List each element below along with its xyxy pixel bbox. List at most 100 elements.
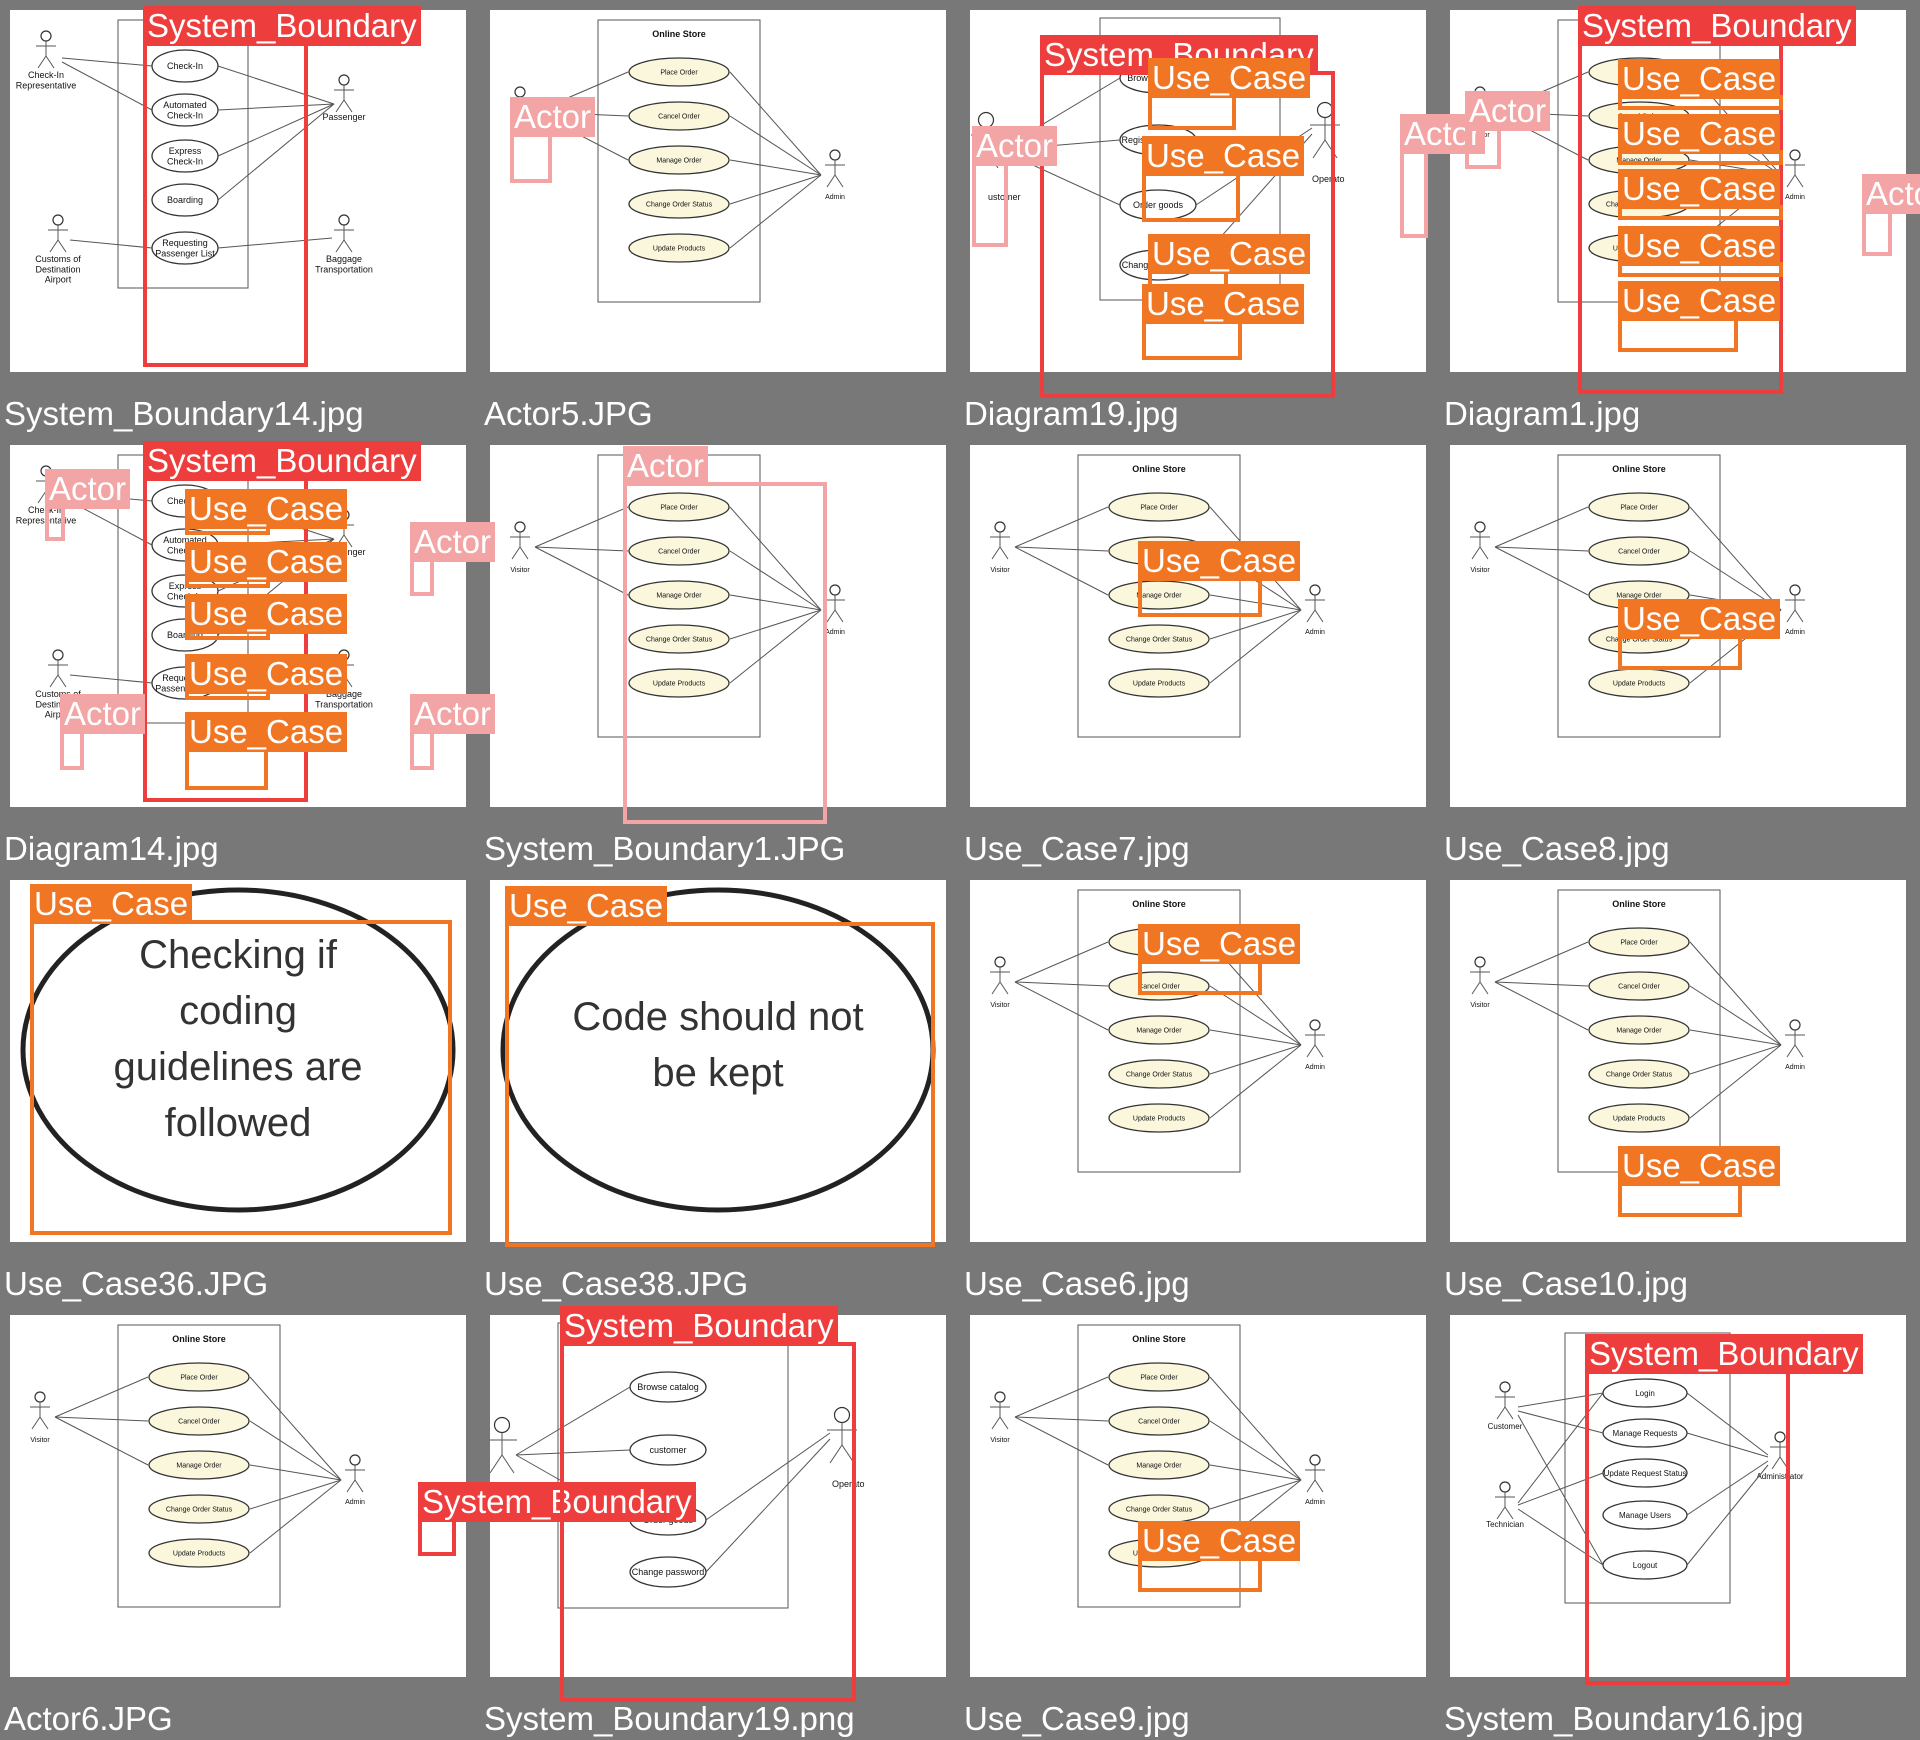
actor-leg — [501, 1454, 515, 1474]
class-label: Use_Case — [185, 542, 348, 582]
class-label: Actor — [45, 469, 131, 509]
actor-leg — [49, 674, 59, 688]
association-line — [1014, 981, 1109, 987]
system-title: Online Store — [1132, 899, 1186, 909]
actor-leg — [511, 546, 521, 560]
actor-head-icon — [1309, 1454, 1321, 1466]
class-label: Use_Case — [1148, 234, 1311, 274]
association-line — [1494, 981, 1589, 987]
system-boundary-box: System_Boundary — [560, 1306, 856, 1702]
actor-label: Customs of — [35, 254, 81, 264]
system-title: Online Store — [1612, 899, 1666, 909]
association-line — [1209, 1044, 1302, 1119]
actor-label: Transportation — [315, 264, 373, 274]
diagram-svg: Online StoreVisitorAdminPlace OrderCance… — [510, 19, 845, 303]
actor-leg — [1504, 1506, 1514, 1520]
actor-leg — [1794, 609, 1804, 623]
use-case-box: Use_Case — [505, 886, 935, 1247]
actor-label: Representative — [16, 80, 77, 90]
association-line — [534, 506, 629, 548]
association-line — [1209, 1044, 1302, 1075]
use-case-label: Place Order — [660, 69, 698, 76]
actor-head-icon — [994, 956, 1006, 968]
actor-box: Actor — [972, 126, 1058, 247]
actor-label: Admin — [1305, 1064, 1325, 1071]
filename-caption: System_Boundary1.JPG — [484, 830, 846, 867]
class-label: System_Boundary — [560, 1306, 838, 1346]
use-case-label: Manage Order — [176, 1462, 222, 1469]
association-line — [729, 174, 822, 249]
use-case-box: Use_Case — [30, 884, 452, 1235]
actor-head-icon — [493, 1416, 511, 1434]
class-label: Use_Case — [185, 654, 348, 694]
image-tile: Online StoreVisitorAdminPlace OrderCance… — [0, 1305, 476, 1737]
actor-leg — [39, 1416, 49, 1430]
association-line — [1209, 609, 1302, 684]
actor-head-icon — [1789, 149, 1801, 161]
use-case-label: Cancel Order — [1618, 983, 1660, 990]
actor-head-icon — [1789, 1019, 1801, 1031]
filename-caption: Diagram14.jpg — [4, 830, 219, 867]
class-label: Use_Case — [185, 712, 348, 752]
actor-leg — [57, 239, 67, 253]
association-line — [249, 1479, 342, 1554]
association-line — [1494, 546, 1589, 596]
diagram-image: Online StoreVisitorAdminPlace OrderCance… — [970, 445, 1426, 807]
association-line — [1689, 1044, 1782, 1075]
class-label: Actor — [623, 446, 709, 486]
image-tile: Online StoreVisitorAdminPlace OrderCance… — [480, 0, 956, 432]
actor-leg — [1794, 174, 1804, 188]
class-label: Actor — [972, 126, 1058, 166]
actor-label: Visitor — [990, 567, 1010, 574]
image-tile: Online StoreVisitorAdminPlace OrderCance… — [1440, 870, 1916, 1302]
association-line — [1689, 1029, 1782, 1046]
association-line — [1689, 1044, 1782, 1119]
use-case-box: Use_Case — [1618, 114, 1783, 165]
filename-caption: Actor6.JPG — [4, 1700, 173, 1737]
diagram-image: Online StoreVisitorAdminPlace OrderCance… — [970, 1315, 1426, 1677]
class-label: Actor — [510, 97, 596, 137]
diagram-image: Online StoreVisitorAdminPlace OrderCance… — [490, 10, 946, 372]
association-line — [249, 1464, 342, 1481]
use-case-box: Use_Case — [185, 654, 348, 700]
use-case-box: Use_Case — [1138, 541, 1301, 617]
actor-label: Admin — [1305, 629, 1325, 636]
use-case-box: Use_Case — [1618, 599, 1781, 670]
actor-leg — [49, 239, 59, 253]
association-line — [1209, 1479, 1302, 1510]
class-label: Use_Case — [1138, 541, 1301, 581]
actor-head-icon — [338, 214, 350, 226]
use-case-label: Update Products — [173, 1550, 226, 1557]
actor-leg — [826, 174, 836, 188]
actor-head-icon — [829, 149, 841, 161]
actor-leg — [991, 1416, 1001, 1430]
system-boundary-box: System_Boundary — [143, 6, 421, 367]
filename-caption: Use_Case38.JPG — [484, 1265, 749, 1302]
actor-leg — [1786, 1044, 1796, 1058]
use-case-label: Change Order Status — [1126, 636, 1193, 643]
class-label: Use_Case — [1618, 59, 1781, 99]
actor-box: Actor — [623, 446, 827, 824]
use-case-box: Use_Case — [1142, 284, 1305, 360]
filename-caption: Use_Case7.jpg — [964, 830, 1190, 867]
system-boundary-box: System_Boundary — [1585, 1334, 1863, 1685]
actor-head-icon — [994, 1391, 1006, 1403]
filename-caption: Diagram19.jpg — [964, 395, 1179, 432]
class-label: Acto — [1862, 174, 1920, 214]
class-label: Use_Case — [30, 884, 193, 924]
actor-leg — [999, 1416, 1009, 1430]
actor-head-icon — [1309, 1019, 1321, 1031]
filename-caption: System_Boundary14.jpg — [4, 395, 364, 432]
actor-label: Technician — [1486, 1520, 1524, 1529]
system-boundary-box: System_Boundary — [418, 1482, 696, 1556]
use-case-box: Use_Case — [185, 542, 348, 588]
actor-leg — [343, 99, 353, 113]
filename-caption: Actor5.JPG — [484, 395, 653, 432]
class-label: Use_Case — [1618, 226, 1781, 266]
association-line — [1209, 1029, 1302, 1046]
actor-leg — [834, 174, 844, 188]
use-case-label: Change Order Status — [166, 1506, 233, 1513]
class-label: Use_Case — [1138, 924, 1301, 964]
actor-head-icon — [40, 30, 52, 42]
class-label: System_Boundary — [143, 6, 421, 46]
